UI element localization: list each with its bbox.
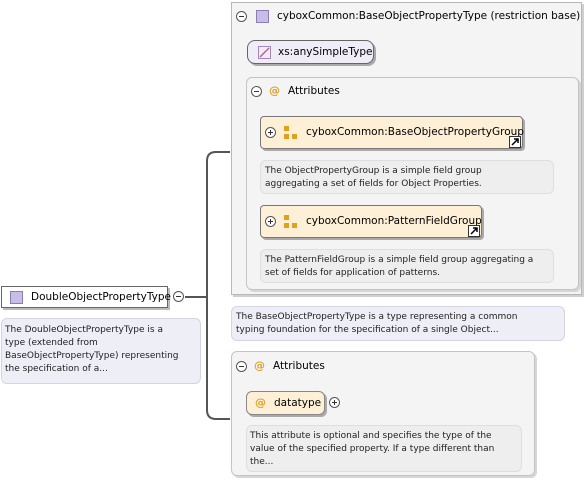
group-expand-toggle[interactable] bbox=[265, 216, 276, 227]
attributes-collapse-toggle[interactable] bbox=[251, 86, 262, 97]
link-arrow-icon[interactable] bbox=[468, 225, 480, 237]
attribute-group-icon bbox=[284, 215, 297, 228]
base-type-title: cyboxCommon:BaseObjectPropertyType (rest… bbox=[277, 10, 581, 22]
group-doc-box: The ObjectPropertyGroup is a simple fiel… bbox=[260, 160, 554, 194]
group-name: cyboxCommon:PatternFieldGroup bbox=[306, 215, 482, 227]
attribute-node-datatype[interactable]: @ datatype bbox=[246, 391, 325, 415]
base-type-doc-box: The BaseObjectPropertyType is a type rep… bbox=[231, 306, 565, 341]
attributes-label: Attributes bbox=[273, 360, 325, 372]
simple-type-name: xs:anySimpleType bbox=[278, 46, 373, 58]
complex-type-icon bbox=[10, 291, 23, 304]
attribute-at-icon: @ bbox=[269, 84, 280, 97]
link-arrow-icon[interactable] bbox=[509, 136, 521, 148]
attribute-at-icon: @ bbox=[255, 396, 266, 409]
attributes-collapse-toggle[interactable] bbox=[236, 361, 247, 372]
attributes-label: Attributes bbox=[288, 85, 340, 97]
base-type-container: cyboxCommon:BaseObjectPropertyType (rest… bbox=[231, 2, 582, 295]
group-doc-box: The PatternFieldGroup is a simple field … bbox=[260, 249, 554, 283]
attribute-at-icon: @ bbox=[254, 359, 265, 372]
base-collapse-toggle[interactable] bbox=[236, 11, 247, 22]
root-doc-box: The DoubleObjectPropertyType is a type (e… bbox=[1, 318, 201, 384]
attribute-group-node[interactable]: cyboxCommon:BaseObjectPropertyGroup bbox=[260, 116, 524, 149]
attribute-group-node[interactable]: cyboxCommon:PatternFieldGroup bbox=[260, 205, 482, 238]
root-type-node[interactable]: DoubleObjectPropertyType bbox=[1, 286, 171, 308]
attribute-name: datatype bbox=[274, 397, 322, 409]
attribute-expand-toggle[interactable] bbox=[329, 397, 340, 408]
group-expand-toggle[interactable] bbox=[265, 127, 276, 138]
simple-type-node[interactable]: xs:anySimpleType bbox=[247, 40, 374, 64]
simple-type-icon bbox=[258, 46, 271, 59]
root-collapse-toggle[interactable] bbox=[173, 291, 184, 302]
group-name: cyboxCommon:BaseObjectPropertyGroup bbox=[306, 126, 524, 138]
complex-type-icon bbox=[256, 10, 269, 23]
attribute-doc-box: This attribute is optional and specifies… bbox=[246, 425, 522, 472]
base-attributes-container: @ Attributes cyboxCommon:BaseObjectPrope… bbox=[246, 77, 579, 290]
extension-attributes-container: @ Attributes @ datatype This attribute i… bbox=[231, 351, 535, 476]
attribute-group-icon bbox=[284, 126, 297, 139]
root-type-name: DoubleObjectPropertyType bbox=[31, 291, 171, 303]
